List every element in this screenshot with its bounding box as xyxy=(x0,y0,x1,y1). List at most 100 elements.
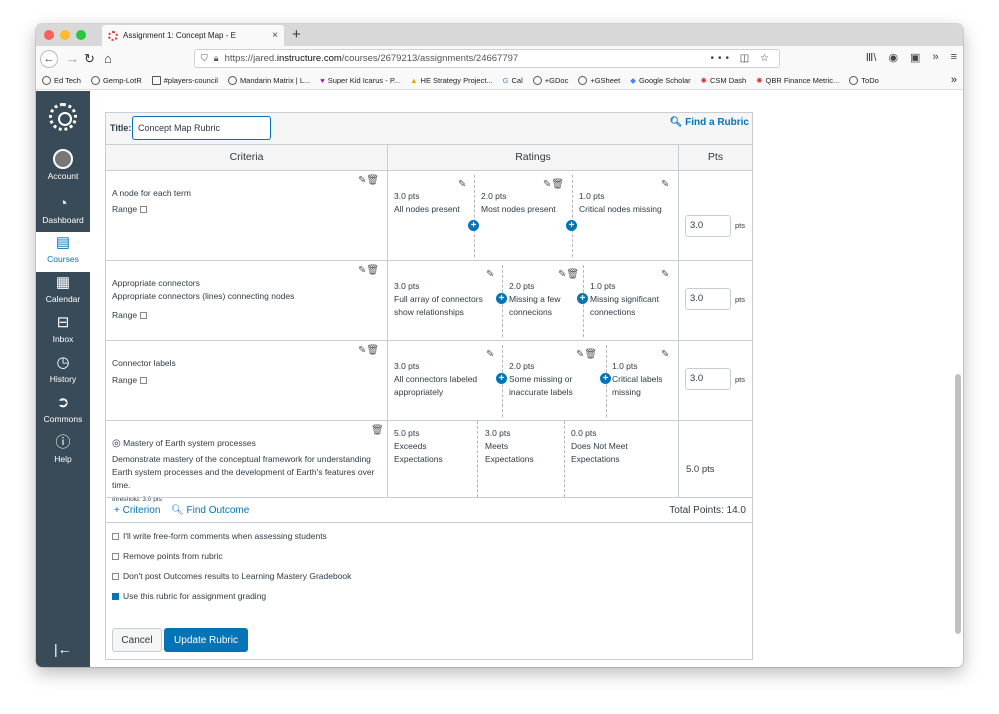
tab-title: Assignment 1: Concept Map - E xyxy=(123,31,236,40)
add-rating-button[interactable]: + xyxy=(577,293,588,304)
rating-edit-icon[interactable]: ✎ xyxy=(661,349,669,360)
bookmark-item[interactable]: Ed Tech xyxy=(42,76,81,85)
commons-icon: ➲ xyxy=(56,394,70,411)
extension-icon[interactable]: ▣ xyxy=(910,51,920,64)
nav-history[interactable]: ◷ History xyxy=(36,354,90,392)
nav-calendar[interactable]: ▦ Calendar xyxy=(36,274,90,312)
add-rating-button[interactable]: + xyxy=(566,220,577,231)
collapse-nav-icon[interactable]: |← xyxy=(54,641,72,657)
bookmark-item[interactable]: Mandarin Matrix | L... xyxy=(227,76,310,85)
rating-edit-icon[interactable]: ✎ xyxy=(486,269,494,280)
rating-edit-icons[interactable]: ✎🗑︎ xyxy=(558,269,579,280)
bookmarks-bar: Ed Tech Gemp-LotR #players-council Manda… xyxy=(36,72,963,90)
use-for-grading-checkbox[interactable] xyxy=(112,592,119,600)
more-bookmarks-icon[interactable]: » xyxy=(951,74,957,86)
range-checkbox[interactable] xyxy=(140,311,148,319)
delete-icon[interactable]: 🗑︎ xyxy=(371,425,384,436)
find-outcome-link[interactable]: 🔍︎ Find Outcome xyxy=(171,505,249,516)
close-window-button[interactable] xyxy=(44,30,54,40)
use-for-grading-option[interactable]: Use this rubric for assignment grading xyxy=(112,591,266,601)
url-bar[interactable]: ⛉ 🔒︎ https://jared.instructure.com/cours… xyxy=(194,49,780,68)
bookmark-item[interactable]: G Cal xyxy=(503,76,523,85)
cancel-button[interactable]: Cancel xyxy=(112,628,162,652)
bookmark-item[interactable]: ToDo xyxy=(849,76,879,85)
criterion-points-input[interactable]: 3.0 xyxy=(685,368,731,390)
free-form-comments-checkbox[interactable] xyxy=(112,532,119,540)
range-option[interactable]: Range xyxy=(112,375,148,385)
minimize-window-button[interactable] xyxy=(60,30,70,40)
criterion-edit-icons[interactable]: ✎🗑︎ xyxy=(358,345,379,356)
lock-icon[interactable]: 🔒︎ xyxy=(214,53,219,64)
bookmark-item[interactable]: +GSheet xyxy=(578,76,620,85)
shield-icon[interactable]: ⛉ xyxy=(201,53,208,64)
add-rating-button[interactable]: + xyxy=(468,220,479,231)
url-text[interactable]: https://jared.instructure.com/courses/26… xyxy=(225,53,705,64)
hide-outcome-results-option[interactable]: Don't post Outcomes results to Learning … xyxy=(112,571,351,581)
column-divider xyxy=(678,145,679,497)
bookmark-item[interactable]: ✺ CSM Dash xyxy=(701,76,747,85)
rating-edit-icon[interactable]: ✎ xyxy=(486,349,494,360)
bookmark-item[interactable]: ♥ Super Kid Icarus - P... xyxy=(320,76,400,85)
range-option[interactable]: Range xyxy=(112,204,148,214)
page-actions-icon[interactable]: ••• ◫ ☆ xyxy=(711,53,773,64)
reload-button[interactable]: ↻ xyxy=(84,50,95,68)
rating: 3.0 pts Meets Expectations xyxy=(485,428,534,464)
page-scrollbar[interactable] xyxy=(955,374,961,634)
rating: 1.0 pts Critical nodes missing xyxy=(579,191,662,214)
remove-points-option[interactable]: Remove points from rubric xyxy=(112,551,223,561)
range-checkbox[interactable] xyxy=(140,205,148,213)
rating-edit-icons[interactable]: ✎🗑︎ xyxy=(543,179,564,190)
library-icon[interactable]: Ⅲ\ xyxy=(866,51,877,64)
menu-icon[interactable]: ≡ xyxy=(951,51,957,64)
nav-dashboard[interactable]: ◔ Dashboard xyxy=(36,195,90,233)
bookmark-item[interactable]: ▲ HE Strategy Project... xyxy=(410,76,493,85)
rating-edit-icon[interactable]: ✎ xyxy=(661,179,669,190)
remove-points-checkbox[interactable] xyxy=(112,552,119,560)
back-button[interactable]: ← xyxy=(40,50,58,68)
rating-edit-icons[interactable]: ✎🗑︎ xyxy=(576,349,597,360)
add-rating-button[interactable]: + xyxy=(496,373,507,384)
add-rating-button[interactable]: + xyxy=(600,373,611,384)
criterion-points-input[interactable]: 3.0 xyxy=(685,288,731,310)
bookmark-item[interactable]: ◆ Google Scholar xyxy=(630,76,690,85)
add-criterion-button[interactable]: + Criterion xyxy=(114,505,160,516)
nav-help[interactable]: ⓘ Help xyxy=(36,434,90,472)
free-form-comments-option[interactable]: I'll write free-form comments when asses… xyxy=(112,531,327,541)
rubric-title-input[interactable] xyxy=(132,116,271,140)
column-divider xyxy=(387,145,388,497)
range-option[interactable]: Range xyxy=(112,310,148,320)
criterion-points-input[interactable]: 3.0 xyxy=(685,215,731,237)
account-icon[interactable]: ◉ xyxy=(888,51,898,64)
nav-account[interactable]: Account xyxy=(36,149,90,187)
forward-button[interactable]: → xyxy=(66,50,79,68)
criterion-edit-icons[interactable]: ✎🗑︎ xyxy=(358,175,379,186)
rating-edit-icon[interactable]: ✎ xyxy=(458,179,466,190)
globe-icon xyxy=(532,76,542,85)
rubric-title-row: Title: 🔍︎ Find a Rubric xyxy=(106,113,752,145)
bookmark-item[interactable]: +GDoc xyxy=(532,76,568,85)
nav-commons[interactable]: ➲ Commons xyxy=(36,394,90,432)
close-tab-icon[interactable]: × xyxy=(272,30,278,41)
browser-tab[interactable]: Assignment 1: Concept Map - E × xyxy=(102,25,284,46)
find-rubric-link[interactable]: 🔍︎ Find a Rubric xyxy=(670,117,749,128)
pts-header: Pts xyxy=(707,151,724,163)
nav-inbox[interactable]: ⊟ Inbox xyxy=(36,314,90,352)
range-checkbox[interactable] xyxy=(140,376,148,384)
rating: 2.0 pts Some missing or inaccurate labels xyxy=(509,361,573,397)
canvas-icon: ✺ xyxy=(756,76,763,85)
home-button[interactable]: ⌂ xyxy=(104,50,112,68)
canvas-logo-icon[interactable] xyxy=(49,103,77,131)
criterion-description: Appropriate connectors Appropriate connec… xyxy=(112,278,295,301)
nav-courses[interactable]: ▤ Courses xyxy=(36,232,90,272)
update-rubric-button[interactable]: Update Rubric xyxy=(164,628,248,652)
bookmark-item[interactable]: Gemp-LotR xyxy=(90,76,142,85)
add-rating-button[interactable]: + xyxy=(496,293,507,304)
rating-edit-icon[interactable]: ✎ xyxy=(661,269,669,280)
new-tab-button[interactable]: + xyxy=(292,26,301,43)
hide-outcome-results-checkbox[interactable] xyxy=(112,572,119,580)
overflow-icon[interactable]: » xyxy=(932,51,938,64)
criterion-edit-icons[interactable]: ✎🗑︎ xyxy=(358,265,379,276)
bookmark-item[interactable]: #players-council xyxy=(151,76,218,85)
maximize-window-button[interactable] xyxy=(76,30,86,40)
bookmark-item[interactable]: ✺ QBR Finance Metric... xyxy=(756,76,839,85)
